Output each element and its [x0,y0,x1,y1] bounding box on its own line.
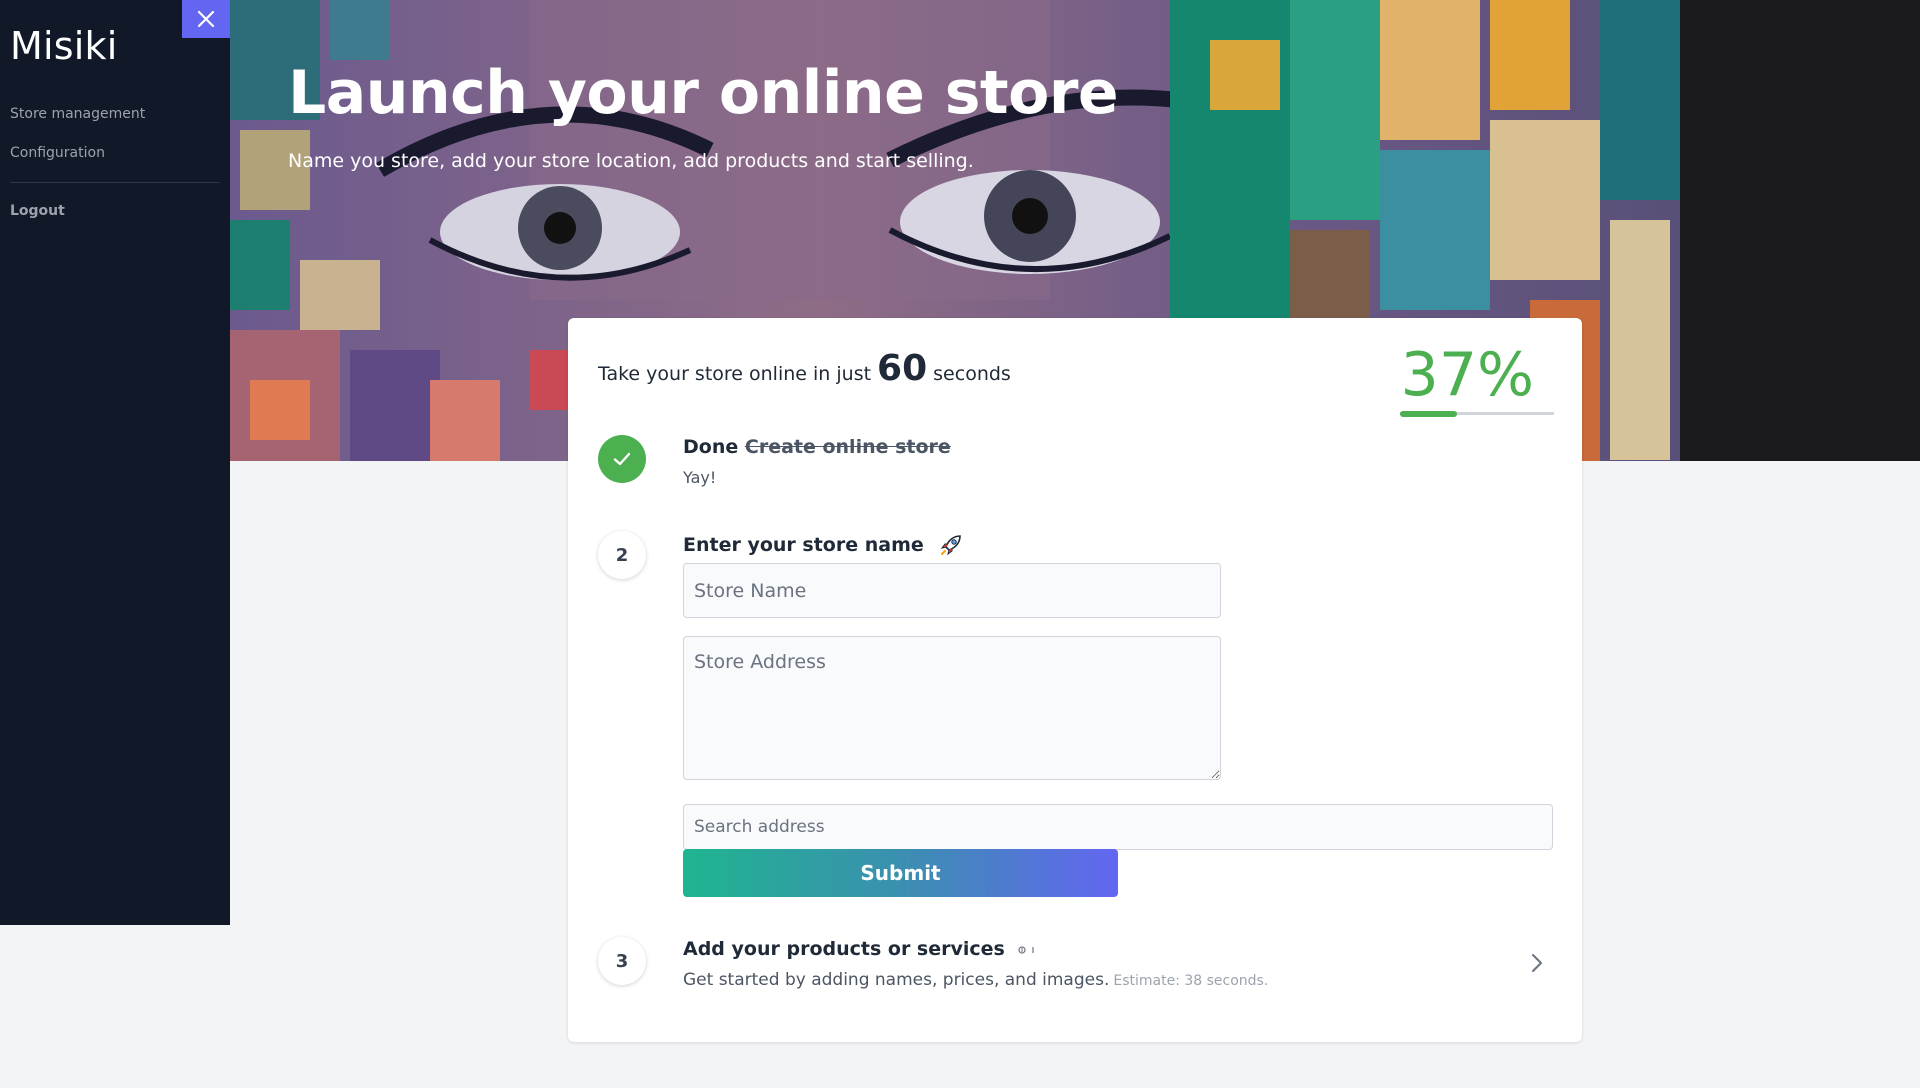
progress-percent: 37% [1400,340,1534,410]
submit-button[interactable]: Submit [683,849,1118,897]
rocket-icon [940,535,961,556]
sidebar-item-store-management[interactable]: Store management [10,106,145,122]
step3-description: Get started by adding names, prices, and… [683,970,1268,990]
close-sidebar-button[interactable] [182,0,230,38]
step3-title[interactable]: Add your products or services [683,938,1037,960]
onboarding-card: Take your store online in just 60 second… [568,318,1582,1042]
progress-bar [1400,410,1554,417]
sidebar: Misiki Store management Configuration Lo… [0,0,230,925]
step1-task: Create online store [744,436,951,458]
store-address-input[interactable] [683,636,1221,780]
progress-bar-fill [1400,410,1457,417]
step1-title: Done Create online store [683,436,951,458]
step3-estimate: Estimate: 38 seconds. [1113,973,1269,989]
card-heading-number: 60 [877,348,928,389]
close-icon [197,10,215,28]
step3-title-text: Add your products or services [683,938,1005,960]
step3-expand-button[interactable] [1530,952,1544,979]
card-heading-prefix: Take your store online in just [598,363,872,385]
step2-title: Enter your store name [683,532,964,558]
card-heading: Take your store online in just 60 second… [598,348,1011,389]
step1-status: Done [683,436,739,458]
search-address-input[interactable] [683,804,1553,850]
hero-subtitle: Name you store, add your store location,… [288,150,974,172]
step1-done-badge [598,435,646,483]
broken-image-icon [1018,946,1034,954]
logout-link[interactable]: Logout [10,203,65,219]
card-heading-suffix: seconds [933,363,1011,385]
chevron-right-icon [1532,954,1542,972]
check-icon [613,452,631,466]
sidebar-divider [10,182,220,183]
step3-number-badge: 3 [598,937,646,985]
store-name-input[interactable] [683,563,1221,618]
brand-logo[interactable]: Misiki [10,24,117,68]
step2-number-badge: 2 [598,531,646,579]
step3-description-text: Get started by adding names, prices, and… [683,970,1110,990]
hero-title: Launch your online store [288,58,1119,128]
sidebar-item-configuration[interactable]: Configuration [10,145,105,161]
step1-note: Yay! [683,468,717,487]
step2-title-text: Enter your store name [683,534,924,556]
